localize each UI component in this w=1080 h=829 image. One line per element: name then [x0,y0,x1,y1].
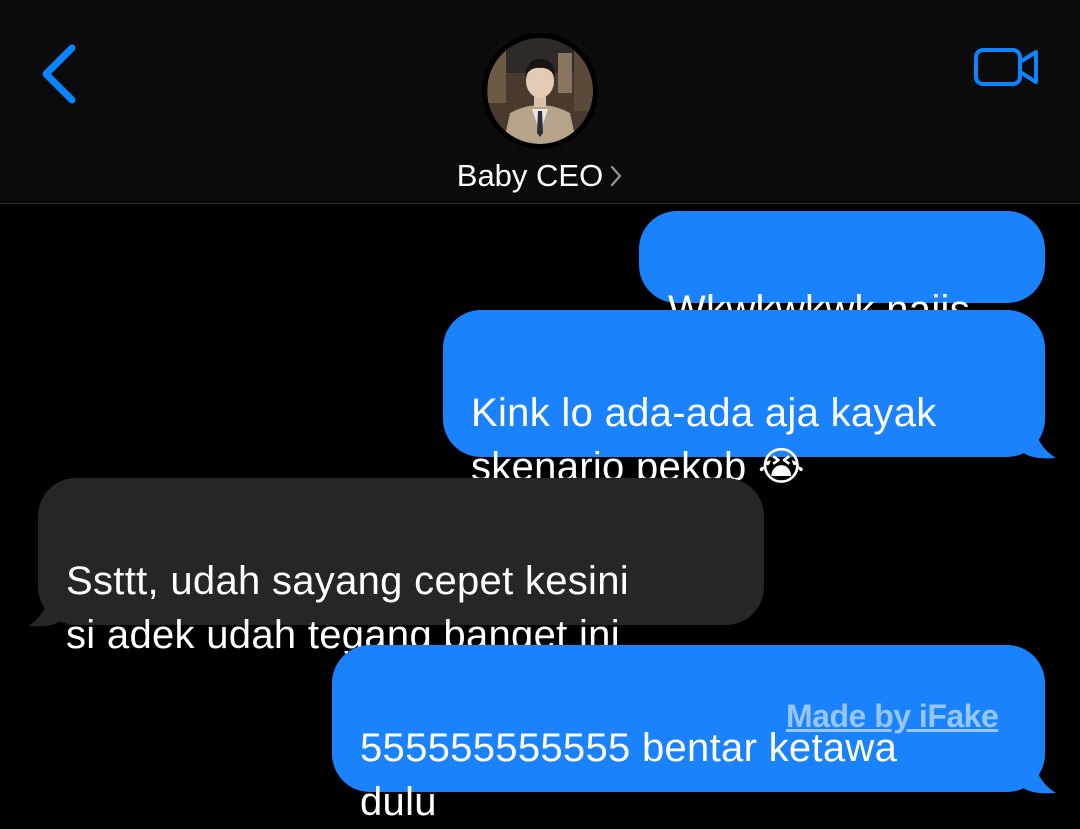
chevron-right-icon [611,165,622,187]
watermark: Made by iFake [786,698,999,734]
bubble-tail [1020,422,1056,459]
contact-name-button[interactable]: Baby CEO [0,156,1080,196]
chevron-left-icon[interactable] [36,42,84,106]
message-text: Kink lo ada-ada aja kayak skenario pekob… [471,391,937,489]
contact-name: Baby CEO [456,158,604,193]
bubble-tail [1020,757,1056,794]
message-text: Ssttt, udah sayang cepet kesini si adek … [66,559,629,657]
bubble-tail [28,590,64,627]
sent-message-bubble[interactable]: Kink lo ada-ada aja kayak skenario pekob… [443,310,1045,489]
sent-message-bubble[interactable]: Wkwkwkwk najis [639,211,1045,332]
received-message-bubble[interactable]: Ssttt, udah sayang cepet kesini si adek … [38,478,764,657]
avatar[interactable] [482,33,598,149]
video-camera-icon[interactable] [972,44,1042,90]
message-text: 555555555555 bentar ketawa dulu [360,726,898,824]
conversation-header: Baby CEO [0,0,1080,204]
